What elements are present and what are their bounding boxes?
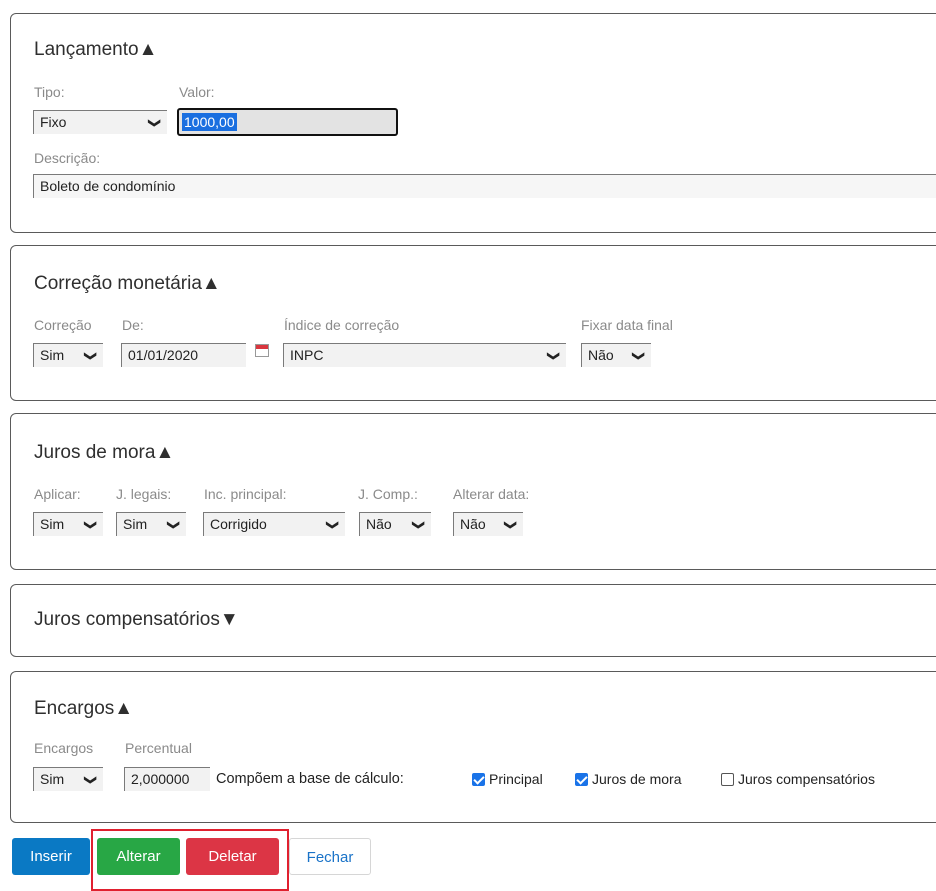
encargos-select-value: Sim <box>40 771 65 787</box>
jcomp-select-value: Não <box>366 516 392 532</box>
valor-label: Valor: <box>179 84 215 100</box>
inserir-button[interactable]: Inserir <box>12 838 90 875</box>
juros-mora-checkbox[interactable]: Juros de mora <box>575 771 681 787</box>
calendar-icon-header <box>256 345 268 349</box>
legais-select-value: Sim <box>123 516 148 532</box>
alterar-data-select-value: Não <box>460 516 486 532</box>
base-calculo-label: Compõem a base de cálculo: <box>216 771 404 787</box>
chevron-down-icon <box>86 345 96 367</box>
encargos-title[interactable]: Encargos▲ <box>34 698 133 720</box>
fixar-select[interactable]: Não <box>581 343 651 367</box>
legais-select[interactable]: Sim <box>116 512 186 536</box>
principal-checkbox-label: Principal <box>489 771 543 787</box>
chevron-down-icon <box>328 514 338 536</box>
chevron-down-icon <box>86 514 96 536</box>
juros-comp-title[interactable]: Juros compensatórios▼ <box>34 609 239 631</box>
legais-label: J. legais: <box>116 486 172 502</box>
encargos-label: Encargos <box>34 740 94 756</box>
de-date-input[interactable]: 01/01/2020 <box>121 343 246 367</box>
de-label: De: <box>122 317 144 333</box>
chevron-down-icon <box>549 345 559 367</box>
checkbox-checked-icon[interactable] <box>575 773 588 786</box>
percentual-label: Percentual <box>125 740 192 756</box>
chevron-down-icon <box>169 514 179 536</box>
valor-input-text: 1000,00 <box>182 113 237 131</box>
fixar-select-value: Não <box>588 347 614 363</box>
indice-select[interactable]: INPC <box>283 343 566 367</box>
indice-label: Índice de correção <box>284 317 400 333</box>
jcomp-label: J. Comp.: <box>358 486 418 502</box>
encargos-select[interactable]: Sim <box>33 767 103 791</box>
inc-principal-select-value: Corrigido <box>210 516 267 532</box>
chevron-down-icon <box>86 769 96 791</box>
fixar-label: Fixar data final <box>581 317 673 333</box>
juros-mora-checkbox-label: Juros de mora <box>592 771 682 787</box>
correcao-label: Correção <box>34 317 92 333</box>
checkbox-checked-icon[interactable] <box>472 773 485 786</box>
juros-comp-checkbox[interactable]: Juros compensatórios <box>721 771 875 787</box>
correcao-panel <box>10 245 936 401</box>
principal-checkbox[interactable]: Principal <box>472 771 543 787</box>
chevron-down-icon <box>414 514 424 536</box>
alterar-data-select[interactable]: Não <box>453 512 523 536</box>
tipo-label: Tipo: <box>34 84 65 100</box>
aplicar-select[interactable]: Sim <box>33 512 103 536</box>
correcao-title[interactable]: Correção monetária▲ <box>34 273 221 295</box>
aplicar-select-value: Sim <box>40 516 65 532</box>
juros-comp-checkbox-label: Juros compensatórios <box>738 771 875 787</box>
jcomp-select[interactable]: Não <box>359 512 431 536</box>
aplicar-label: Aplicar: <box>34 486 81 502</box>
percentual-input[interactable]: 2,000000 <box>124 767 210 791</box>
tipo-select[interactable]: Fixo <box>33 110 167 134</box>
alterar-data-label: Alterar data: <box>453 486 530 502</box>
tipo-select-value: Fixo <box>40 114 67 130</box>
inc-principal-select[interactable]: Corrigido <box>203 512 345 536</box>
chevron-down-icon <box>506 514 516 536</box>
lancamento-title[interactable]: Lançamento▲ <box>34 39 157 61</box>
inc-principal-label: Inc. principal: <box>204 486 287 502</box>
descricao-input[interactable]: Boleto de condomínio <box>33 174 936 198</box>
correcao-select-value: Sim <box>40 347 65 363</box>
highlight-box <box>91 829 289 891</box>
chevron-down-icon <box>634 345 644 367</box>
indice-select-value: INPC <box>290 347 324 363</box>
calendar-icon[interactable] <box>255 344 269 357</box>
fechar-button[interactable]: Fechar <box>289 838 371 875</box>
juros-mora-title[interactable]: Juros de mora▲ <box>34 442 174 464</box>
checkbox-unchecked-icon[interactable] <box>721 773 734 786</box>
correcao-select[interactable]: Sim <box>33 343 103 367</box>
chevron-down-icon <box>150 112 160 134</box>
valor-input[interactable]: 1000,00 <box>177 108 398 136</box>
descricao-label: Descrição: <box>34 150 101 166</box>
